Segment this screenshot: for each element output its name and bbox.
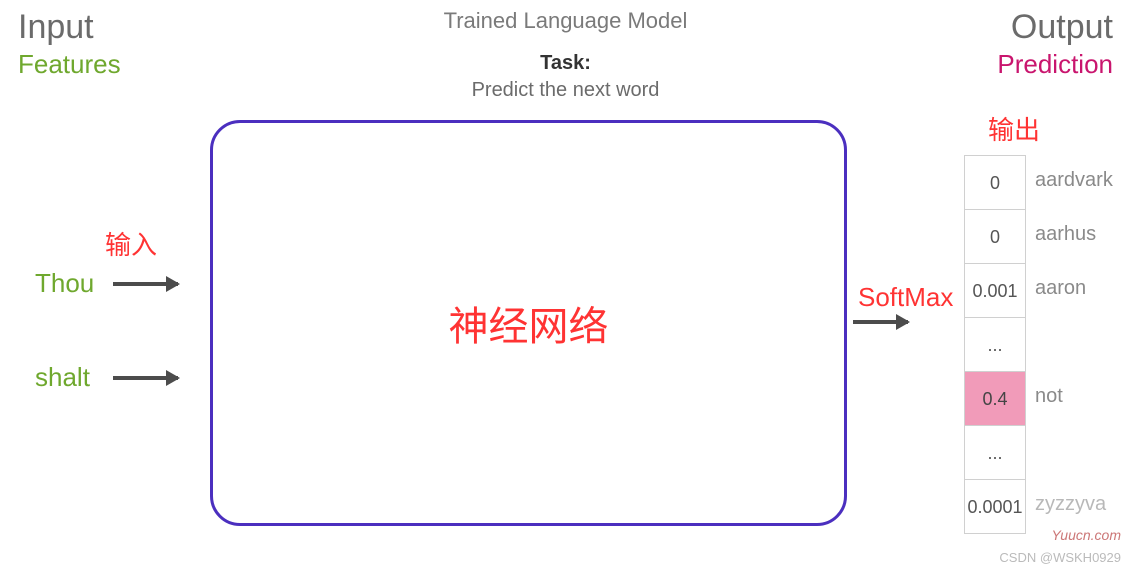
task-label: Task: <box>0 52 1131 75</box>
table-cell: 0 <box>965 156 1025 210</box>
annotation-output: 输出 <box>988 110 1040 147</box>
output-subtitle: Prediction <box>997 49 1113 80</box>
table-cell: ... <box>965 426 1025 480</box>
arrow-softmax <box>853 320 908 324</box>
input-word-2: shalt <box>35 362 90 393</box>
arrow-input-2 <box>113 376 178 380</box>
annotation-softmax: SoftMax <box>858 282 953 313</box>
output-title: Output <box>997 8 1113 47</box>
model-title: Trained Language Model <box>0 8 1131 34</box>
table-label: zyzzyva <box>1035 493 1106 516</box>
center-header: Trained Language Model Task: Predict the… <box>0 8 1131 102</box>
output-section: Output Prediction <box>997 8 1113 80</box>
table-cell-highlight: 0.4 <box>965 372 1025 426</box>
table-label: not <box>1035 385 1063 408</box>
table-cell: 0 <box>965 210 1025 264</box>
network-box: 神经网络 <box>210 120 847 526</box>
table-cell: 0.0001 <box>965 480 1025 534</box>
table-label: aaron <box>1035 277 1086 300</box>
annotation-input: 输入 <box>105 225 157 262</box>
arrow-input-1 <box>113 282 178 286</box>
watermark-csdn: CSDN @WSKH0929 <box>999 550 1121 565</box>
table-label: aardvark <box>1035 169 1113 192</box>
input-word-1: Thou <box>35 268 94 299</box>
table-cell: 0.001 <box>965 264 1025 318</box>
task-description: Predict the next word <box>0 79 1131 102</box>
probability-table: 0 0 0.001 ... 0.4 ... 0.0001 <box>964 155 1026 534</box>
table-cell: ... <box>965 318 1025 372</box>
table-label: aarhus <box>1035 223 1096 246</box>
watermark: Yuucn.com <box>1051 527 1121 543</box>
network-label: 神经网络 <box>449 294 609 352</box>
